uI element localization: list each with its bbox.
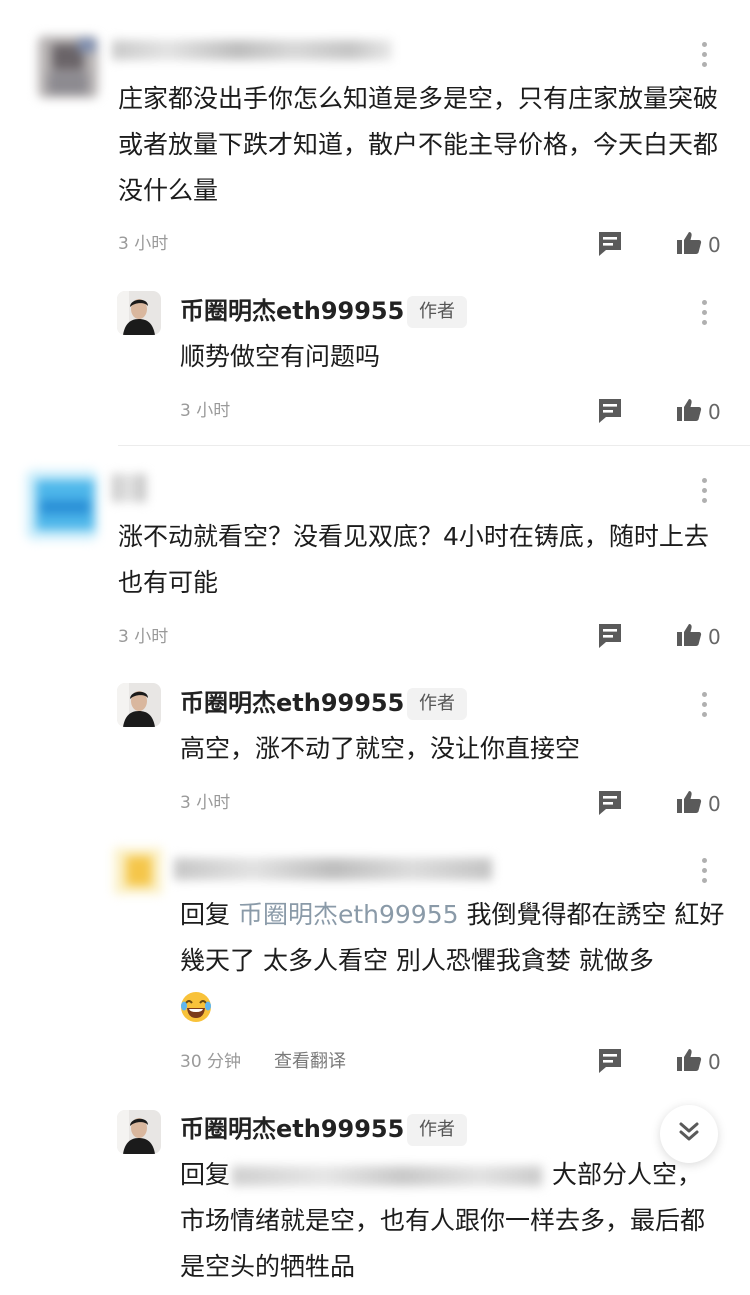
like-count: 0	[708, 233, 721, 257]
reply-comment-icon[interactable]	[597, 1047, 623, 1079]
reply-prefix: 回复	[180, 900, 231, 929]
username-redacted[interactable]	[112, 40, 392, 60]
like-count: 0	[708, 400, 721, 424]
like-button[interactable]: 0	[676, 1047, 721, 1077]
more-vertical-icon[interactable]	[702, 478, 708, 508]
double-chevron-down-icon	[676, 1119, 702, 1149]
translate-link[interactable]: 查看翻译	[274, 1050, 346, 1074]
comment-text: 庄家都没出手你怎么知道是多是空，只有庄家放量突破或者放量下跌才知道，散户不能主导…	[118, 84, 719, 205]
avatar[interactable]	[26, 470, 98, 540]
comment-time: 3 小时	[180, 401, 231, 421]
comment-body: 回复 币圈明杰eth99955 我倒覺得都在誘空 紅好幾天了 太多人看空 別人恐…	[180, 892, 725, 984]
username-redacted[interactable]	[112, 474, 146, 502]
mention-link[interactable]: 币圈明杰eth99955	[238, 900, 459, 929]
more-vertical-icon[interactable]	[702, 42, 708, 72]
reply-prefix: 回复	[180, 1160, 231, 1189]
author-avatar[interactable]	[117, 1110, 161, 1154]
comment-time: 3 小时	[180, 793, 231, 813]
more-vertical-icon[interactable]	[702, 300, 708, 330]
author-badge: 作者	[407, 296, 467, 328]
scroll-down-button[interactable]	[660, 1105, 718, 1163]
author-avatar[interactable]	[117, 683, 161, 727]
author-badge: 作者	[407, 688, 467, 720]
reply-comment-icon[interactable]	[597, 789, 623, 821]
comment-text: 顺势做空有问题吗	[180, 342, 381, 371]
more-vertical-icon[interactable]	[702, 858, 708, 888]
comment-text: 市场情绪就是空，也有人跟你一样去多，最后都是空头的牺牲品	[180, 1206, 706, 1281]
like-button[interactable]: 0	[676, 789, 721, 819]
like-count: 0	[708, 1050, 721, 1074]
like-button[interactable]: 0	[676, 230, 721, 260]
reply-comment-icon[interactable]	[597, 622, 623, 654]
author-name[interactable]: 币圈明杰eth99955	[180, 1112, 404, 1146]
author-badge: 作者	[407, 1114, 467, 1146]
avatar[interactable]	[114, 848, 162, 894]
mention-redacted[interactable]	[232, 1166, 542, 1186]
like-count: 0	[708, 625, 721, 649]
reply-comment-icon[interactable]	[597, 230, 623, 262]
comment-text: 高空，涨不动了就空，没让你直接空	[180, 734, 581, 763]
thumbs-up-icon	[676, 397, 702, 427]
comment-time: 3 小时	[118, 234, 169, 254]
comment-time: 3 小时	[118, 627, 169, 647]
thumbs-up-icon	[676, 622, 702, 652]
divider	[118, 445, 750, 446]
reply-comment-icon[interactable]	[597, 397, 623, 429]
thumbs-up-icon	[676, 1047, 702, 1077]
more-vertical-icon[interactable]	[702, 692, 708, 722]
comment-text: 涨不动就看空？没看见双底？4小时在铸底，随时上去也有可能	[118, 522, 709, 597]
author-avatar[interactable]	[117, 291, 161, 335]
like-button[interactable]: 0	[676, 622, 721, 652]
like-button[interactable]: 0	[676, 397, 721, 427]
like-count: 0	[708, 792, 721, 816]
thumbs-up-icon	[676, 230, 702, 260]
laughing-emoji	[179, 990, 213, 1028]
author-name[interactable]: 币圈明杰eth99955	[180, 294, 404, 328]
thumbs-up-icon	[676, 789, 702, 819]
comment-time: 30 分钟	[180, 1052, 242, 1072]
username-redacted[interactable]	[174, 858, 492, 880]
author-name[interactable]: 币圈明杰eth99955	[180, 686, 404, 720]
avatar[interactable]	[38, 36, 98, 98]
